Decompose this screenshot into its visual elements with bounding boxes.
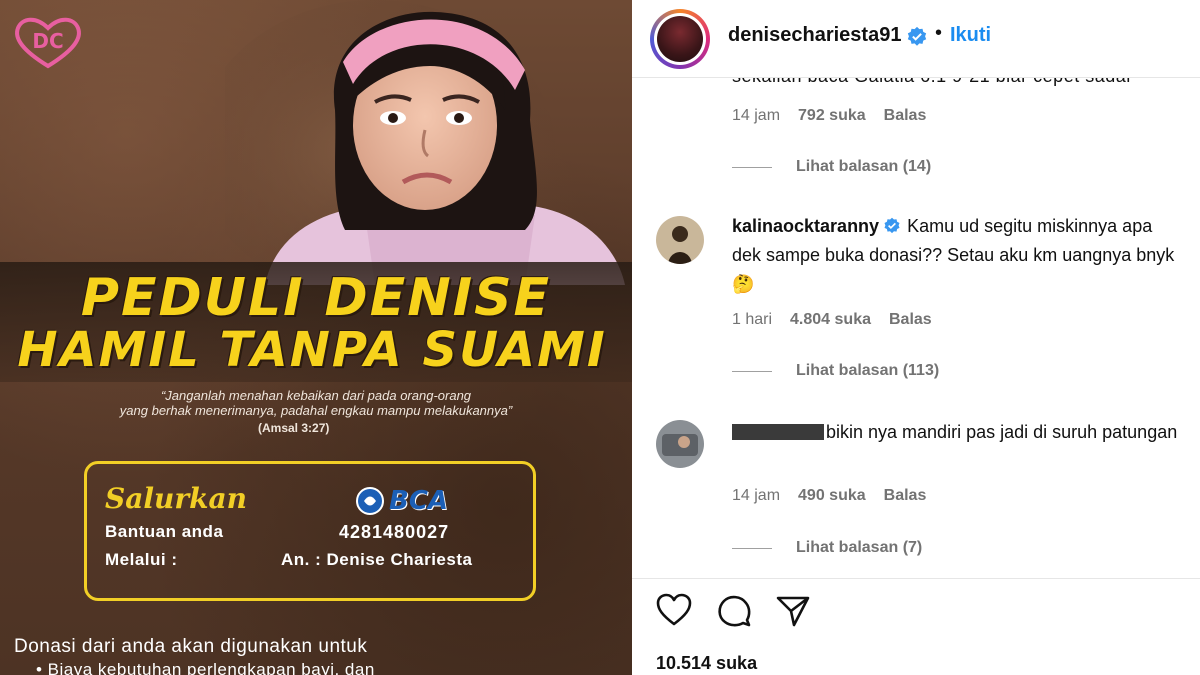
comment-time: 1 hari: [732, 311, 773, 328]
donation-line1: Bantuan anda: [105, 522, 224, 541]
view-replies-label: Lihat balasan (14): [796, 158, 932, 175]
divider-line: [732, 547, 772, 549]
donation-poster: DC PEDULI DENISE HAMIL TANPA SUAMI “Jang…: [0, 0, 632, 675]
poster-quote-line1: “Janganlah menahan kebaikan dari pada or…: [160, 388, 472, 403]
divider-line: [732, 370, 772, 372]
verified-badge-icon: [884, 217, 900, 234]
comment-text-cut: sekalian baca Galatia 6:1 9-21 biar cepe…: [732, 78, 1133, 87]
verified-badge-icon: [907, 26, 927, 46]
view-replies-button[interactable]: Lihat balasan (14): [732, 158, 931, 176]
poster-footer-bullet: • Biaya kebutuhan perlengkapan bayi, dan: [36, 660, 375, 675]
donation-line2: Melalui :: [105, 550, 178, 569]
comment-icon[interactable]: [716, 593, 752, 629]
divider-line: [732, 166, 772, 168]
comment-meta: 1 hari 4.804 suka Balas: [732, 311, 932, 329]
bca-emblem-icon: [356, 487, 384, 515]
logo-text: DC: [32, 29, 63, 53]
view-replies-button[interactable]: Lihat balasan (7): [732, 539, 922, 557]
instagram-post-panel: denisechariesta91 • Ikuti sekalian baca …: [632, 0, 1200, 675]
commenter-username[interactable]: kalinaocktaranny: [732, 216, 879, 236]
account-number: 4281480027: [339, 522, 450, 542]
post-likes-count[interactable]: 10.514 suka: [656, 653, 757, 674]
poster-headline-line2: HAMIL TANPA SUAMI: [17, 322, 607, 378]
redacted-username: [732, 424, 824, 440]
comment-likes[interactable]: 4.804 suka: [790, 311, 871, 329]
comment-meta: 14 jam 792 suka Balas: [732, 107, 926, 125]
follow-button[interactable]: Ikuti: [950, 24, 991, 47]
dc-logo: DC: [15, 17, 81, 69]
share-icon[interactable]: [776, 594, 810, 628]
post-actions-bar: 10.514 suka: [632, 578, 1200, 675]
commenter-avatar[interactable]: [656, 420, 704, 468]
view-replies-button[interactable]: Lihat balasan (113): [732, 362, 939, 380]
poster-quote-reference: (Amsal 3:27): [258, 421, 330, 435]
comment-text: bikin nya mandiri pas jadi di suruh patu…: [826, 422, 1178, 442]
author-username[interactable]: denisechariesta91: [728, 24, 901, 47]
comment-meta: 14 jam 490 suka Balas: [732, 487, 926, 505]
donation-info-box: Salurkan Bantuan anda Melalui : BCA 4281…: [84, 461, 536, 601]
poster-headline-line1: PEDULI DENISE: [80, 268, 552, 328]
bca-logo: BCA: [355, 486, 448, 516]
comments-list: sekalian baca Galatia 6:1 9-21 biar cepe…: [632, 78, 1200, 578]
post-header: denisechariesta91 • Ikuti: [632, 0, 1200, 78]
poster-footer-text: Donasi dari anda akan digunakan untuk: [14, 636, 368, 657]
heart-icon[interactable]: [656, 593, 692, 627]
poster-photo-person: [225, 0, 625, 285]
donation-heading: Salurkan: [105, 482, 248, 515]
reply-button[interactable]: Balas: [889, 311, 932, 329]
view-replies-label: Lihat balasan (7): [796, 539, 923, 556]
bank-name: BCA: [389, 486, 449, 516]
comment-time: 14 jam: [732, 107, 781, 124]
commenter-avatar[interactable]: [656, 216, 704, 264]
header-separator: •: [935, 22, 943, 44]
poster-quote-line2: yang berhak menerimanya, padahal engkau …: [119, 403, 513, 418]
comment-body: kalinaocktaranny Kamu ud segitu miskinnya…: [732, 212, 1182, 299]
reply-button[interactable]: Balas: [884, 487, 927, 505]
reply-button[interactable]: Balas: [884, 107, 927, 125]
account-name: An. : Denise Chariesta: [281, 550, 473, 569]
comment-likes[interactable]: 792 suka: [798, 107, 866, 125]
comment-body: bikin nya mandiri pas jadi di suruh patu…: [732, 418, 1182, 447]
author-avatar[interactable]: [650, 9, 710, 69]
view-replies-label: Lihat balasan (113): [796, 362, 940, 379]
comment-likes[interactable]: 490 suka: [798, 487, 866, 505]
comment-time: 14 jam: [732, 487, 781, 504]
